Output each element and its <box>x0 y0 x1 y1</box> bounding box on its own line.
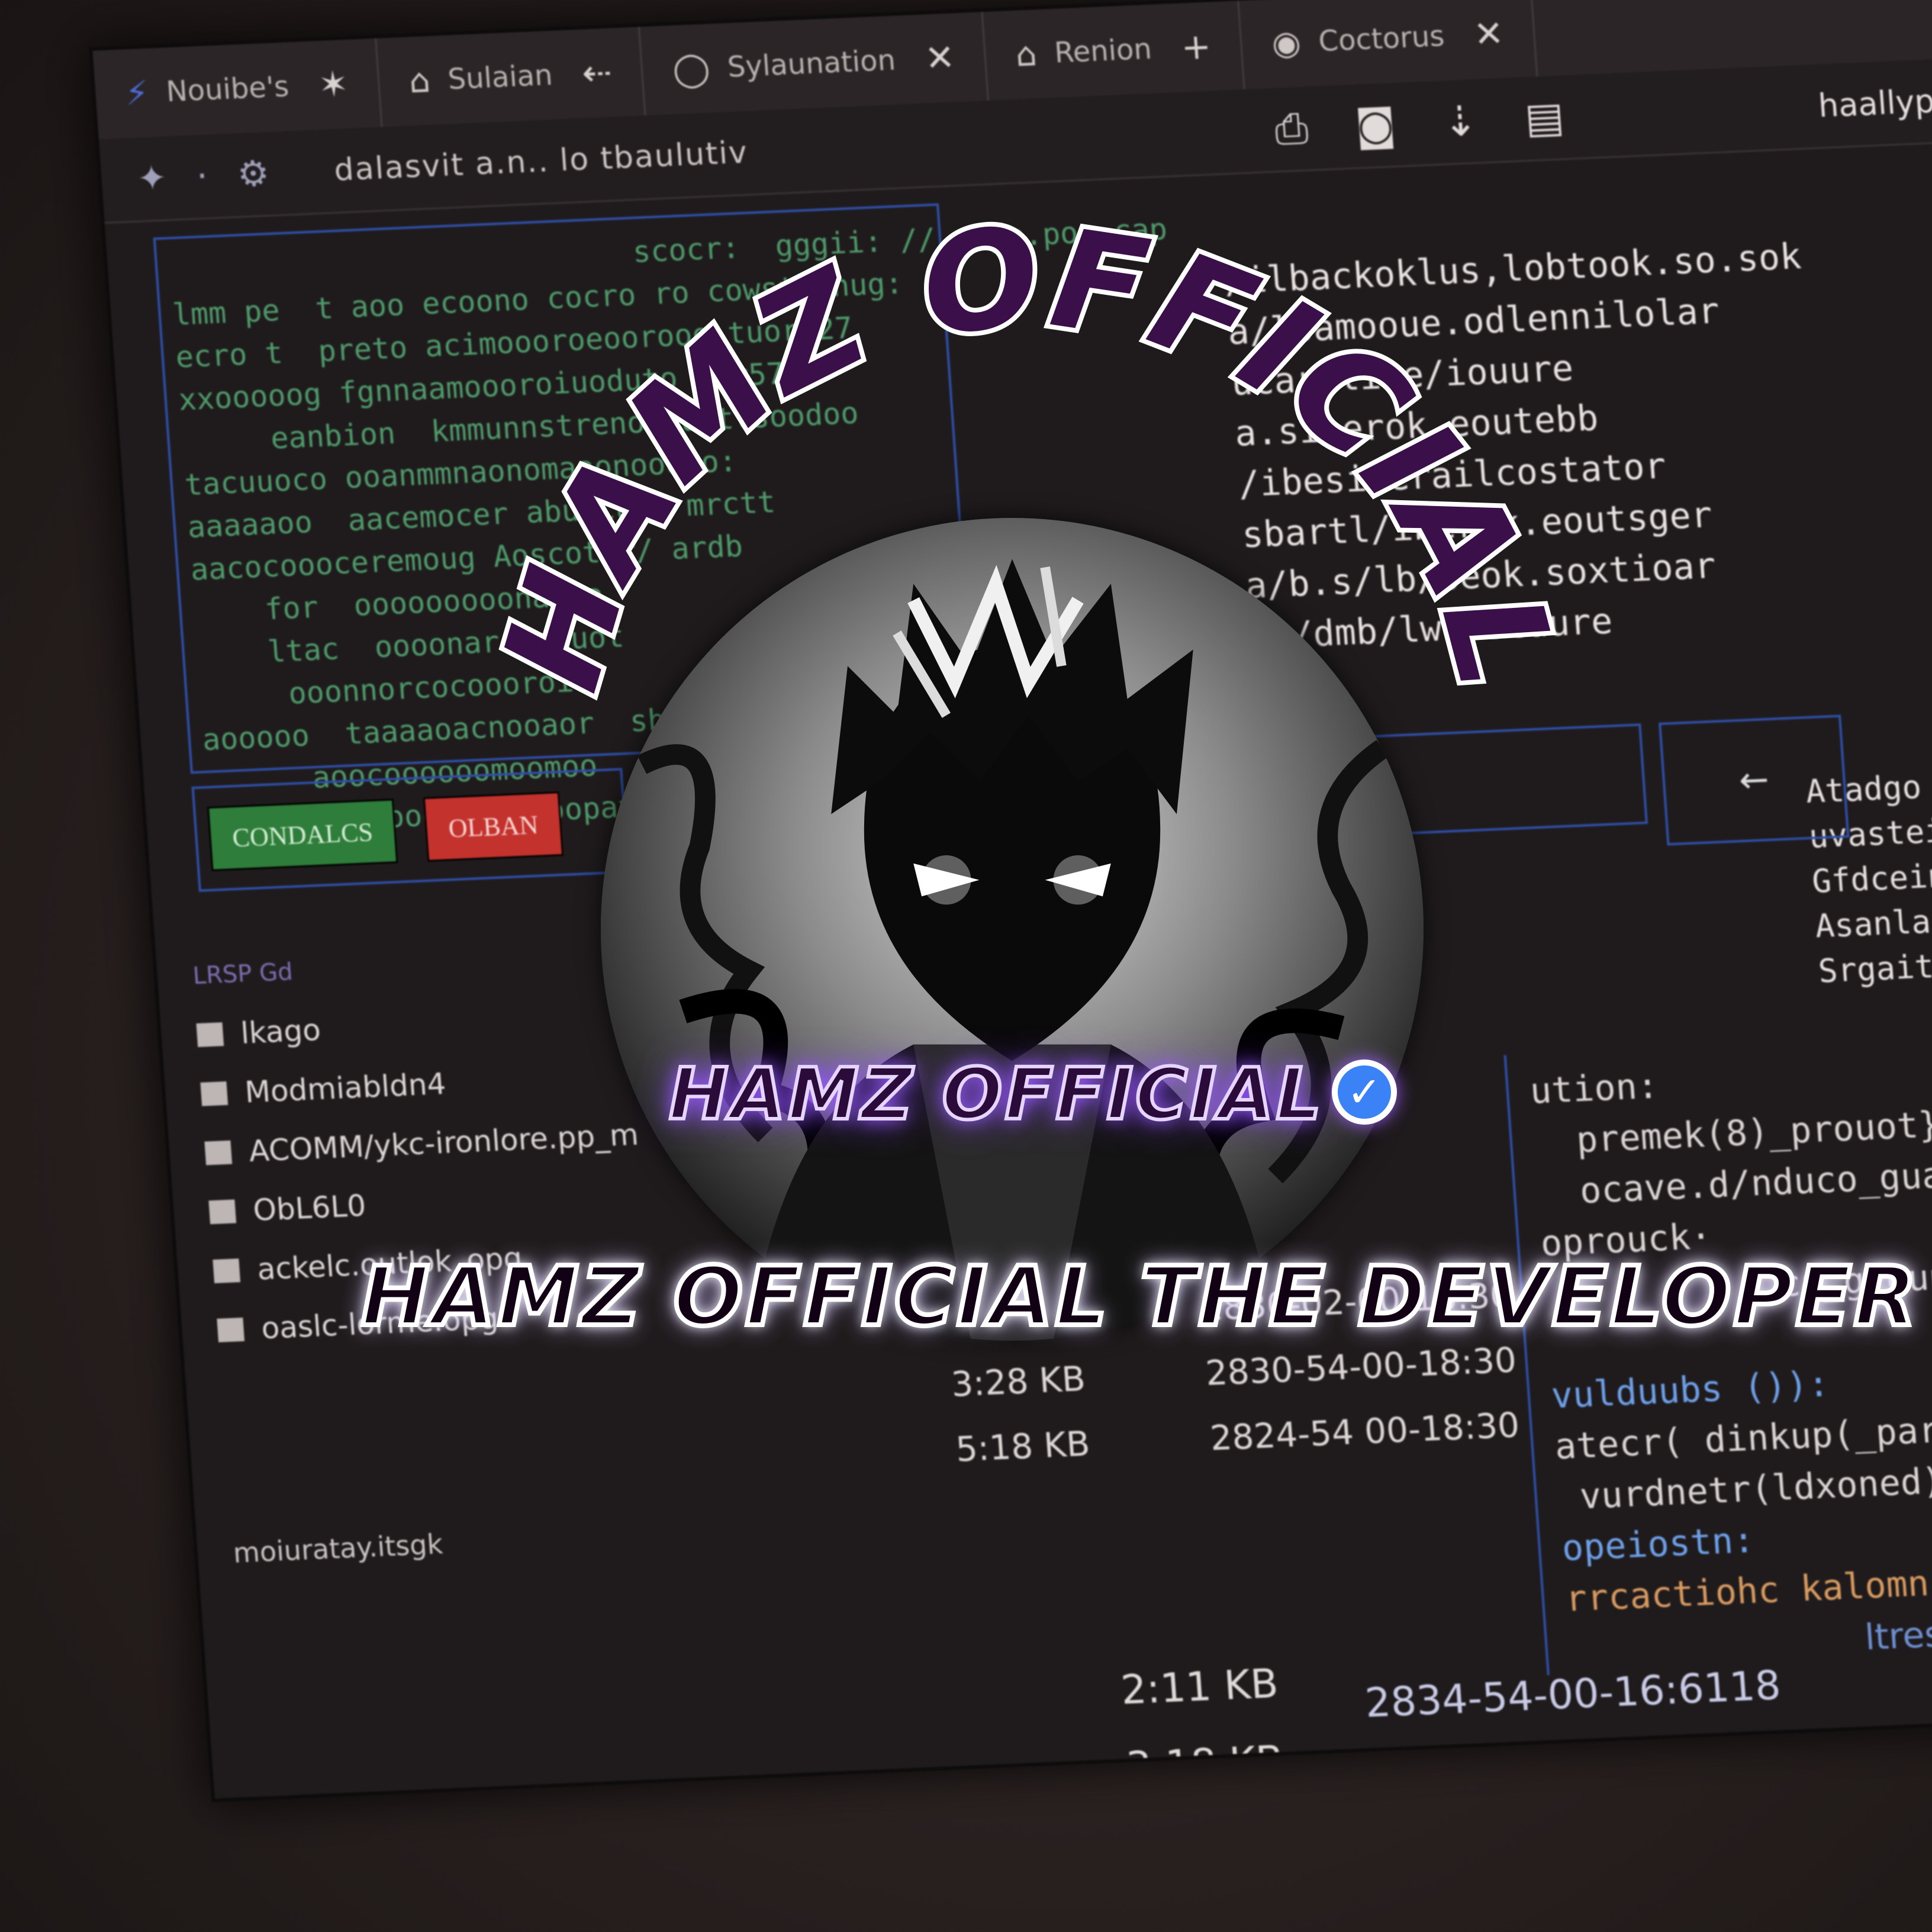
panel-label: ltresies <box>1863 1611 1932 1659</box>
url-field[interactable]: dalasvit a.n.. lo tbaulutiv <box>333 135 749 188</box>
file-size: 2:11 KB <box>1119 1660 1280 1714</box>
tab-5[interactable]: ◉ Coctorus ✕ <box>1239 0 1538 89</box>
profile-subtitle: HAMZ OFFICIAL THE DEVELOPER <box>359 1247 1920 1347</box>
profile-name: HAMZ OFFICIAL <box>667 1052 1324 1138</box>
download-icon[interactable]: ⇣ <box>1441 96 1479 146</box>
confirm-button[interactable]: CONDALCS <box>207 798 398 871</box>
file-icon <box>212 1258 241 1284</box>
toolbar-icons: ⎙ ◙ ⇣ ▤ <box>1273 92 1566 154</box>
file-icon <box>208 1199 237 1225</box>
lower-right-label: ltresies <box>1862 1590 1932 1679</box>
home-icon: ⌂ <box>1014 34 1038 75</box>
lower-file-dates: 2834-54-00-16:6118 28S4-04-00-18:38 <box>1363 1647 1789 1802</box>
share-icon[interactable]: ⎙ <box>1273 104 1310 154</box>
tab-3[interactable]: ◯ Sylaunation ✕ <box>640 12 990 115</box>
pin-icon[interactable]: ✶ <box>317 63 350 106</box>
circle-icon: ◯ <box>671 49 711 89</box>
settings-icon[interactable]: ⚙ <box>236 153 271 195</box>
file-name: lkago <box>239 1012 322 1051</box>
dot-icon[interactable]: · <box>195 155 210 197</box>
tab-label: Sulaian <box>446 58 554 96</box>
back-icon[interactable]: ⇠ <box>581 52 613 95</box>
tab-2[interactable]: ⌂ Sulaian ⇠ <box>376 27 646 127</box>
tab-4[interactable]: ⌂ Renion + <box>983 1 1246 101</box>
close-icon[interactable]: ✕ <box>1473 13 1505 56</box>
site-label: haallyplae-ena <box>1817 76 1932 124</box>
profile-avatar <box>601 518 1424 1341</box>
lower-file-sizes: 2:11 KB 3:18 KB <box>1118 1646 1286 1802</box>
forward-icon[interactable]: ✦ <box>136 157 168 199</box>
book-icon[interactable]: ▤ <box>1523 92 1566 143</box>
file-date: 2824-54 00-18:30 <box>1209 1405 1521 1458</box>
new-tab-icon[interactable]: + <box>1180 25 1212 68</box>
close-icon[interactable]: ✕ <box>923 37 956 79</box>
file-name: ObL6L0 <box>252 1188 368 1228</box>
tab-label: Nouibe's <box>165 70 290 109</box>
status-footer: moiuratay.itsgk <box>232 1528 444 1569</box>
cancel-button[interactable]: OLBAN <box>423 791 564 862</box>
anime-character-illustration <box>601 518 1424 1341</box>
file-name: Modmiabldn4 <box>243 1066 447 1110</box>
tab-1[interactable]: ⚡ Nouibe's ✶ <box>92 38 383 140</box>
file-size: 3:18 KB <box>1125 1737 1286 1791</box>
home-icon: ⌂ <box>407 61 432 101</box>
tab-label: Coctorus <box>1317 20 1446 59</box>
file-size: 5:18 KB <box>954 1423 1091 1470</box>
app-icon: ⚡ <box>124 73 150 113</box>
folder-icon <box>196 1022 224 1047</box>
file-icon <box>217 1317 245 1342</box>
tab-label: Renion <box>1053 32 1153 70</box>
folder-icon <box>200 1081 228 1106</box>
file-size: 3:28 KB <box>949 1358 1087 1405</box>
record-icon[interactable]: ◙ <box>1354 99 1398 150</box>
back-arrow-button[interactable]: ← <box>1659 714 1850 846</box>
action-bar: CONDALCS OLBAN <box>191 768 630 892</box>
verified-badge-icon: ✓ <box>1332 1060 1397 1125</box>
tab-label: Sylaunation <box>726 43 897 84</box>
file-icon <box>204 1140 233 1165</box>
code-panel-right: /ilbackoklus,lobtook.so.sok a/loamooue.od… <box>1222 231 1828 662</box>
file-sizes: 3:28 KB 5:18 KB <box>949 1346 1092 1482</box>
circle-icon: ◉ <box>1270 23 1302 63</box>
